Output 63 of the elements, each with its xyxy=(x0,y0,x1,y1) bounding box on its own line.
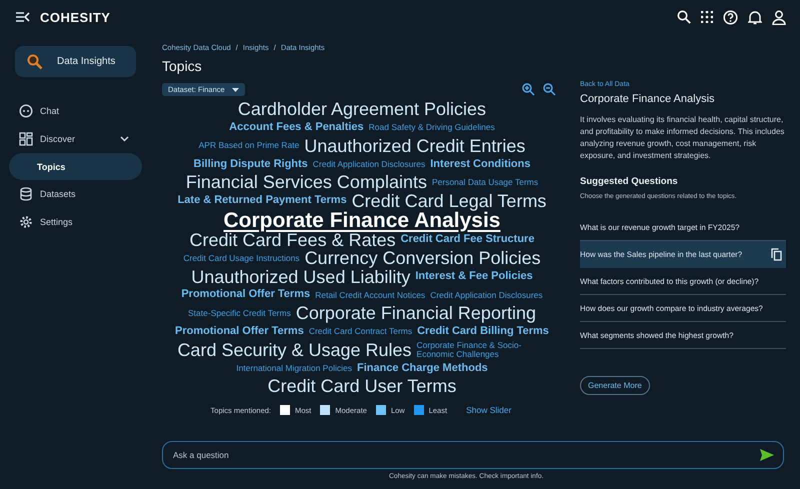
data-insights-card[interactable]: Data Insights xyxy=(15,46,136,77)
topic-word[interactable]: Interest Conditions xyxy=(430,158,530,170)
chat-icon xyxy=(19,104,33,118)
generate-more-button[interactable]: Generate More xyxy=(580,376,650,395)
chevron-icon[interactable] xyxy=(120,136,129,142)
zoom-in-icon[interactable] xyxy=(522,83,535,96)
nav-item[interactable]: Discover xyxy=(9,125,142,153)
apps-grid-icon[interactable] xyxy=(701,11,713,23)
send-icon[interactable] xyxy=(760,449,774,461)
topic-word[interactable]: International Migration Policies xyxy=(236,364,352,372)
user-icon[interactable] xyxy=(772,10,786,24)
topic-word[interactable]: Credit Card Billing Terms xyxy=(417,326,549,337)
topic-word[interactable]: Road Safety & Driving Guidelines xyxy=(368,123,495,132)
topic-word[interactable]: Personal Data Usage Terms xyxy=(432,178,538,187)
topic-word[interactable]: Interest & Fee Policies xyxy=(415,271,533,282)
topic-word[interactable]: Cardholder Agreement Policies xyxy=(238,100,486,118)
section-title: Suggested Questions xyxy=(580,176,679,187)
zoom-out-icon[interactable] xyxy=(543,83,556,96)
search-icon[interactable] xyxy=(677,10,691,24)
topic-word[interactable]: Late & Returned Payment Terms xyxy=(178,195,347,206)
nav-item[interactable]: Chat xyxy=(9,97,142,125)
magnifier-icon xyxy=(27,54,43,70)
topic-word[interactable]: Corporate Financial Reporting xyxy=(296,304,536,322)
nav-subitem[interactable]: Topics xyxy=(9,153,142,180)
topic-word[interactable]: Credit Application Disclosures xyxy=(312,160,426,168)
topic-word[interactable]: Corporate Finance Analysis xyxy=(224,210,500,231)
topic-word[interactable]: Financial Services Complaints xyxy=(186,173,427,192)
topic-word[interactable]: Card Security & Usage Rules xyxy=(177,340,412,359)
copy-icon[interactable] xyxy=(771,248,782,260)
bell-icon[interactable] xyxy=(748,10,762,24)
nav-item[interactable]: Datasets xyxy=(9,180,142,208)
topic-word[interactable]: Promotional Offer Terms xyxy=(181,289,310,300)
menu-collapse-icon[interactable] xyxy=(16,12,30,22)
settings-icon xyxy=(19,215,33,229)
topic-word[interactable]: Credit Card Fee Structure xyxy=(400,234,534,246)
topic-word[interactable]: Credit Application Disclosures xyxy=(430,290,543,300)
topic-description: It involves evaluating its financial health, capital structure, and profitability to make informed decisions. This includes analyzing revenue growth, cost management, risk exposure, and investment strategies. xyxy=(580,114,786,162)
question-input[interactable]: Ask a question xyxy=(162,441,784,469)
help-icon[interactable] xyxy=(723,10,738,24)
caret-icon xyxy=(232,88,239,92)
topic-word[interactable]: Finance Charge Methods xyxy=(356,362,488,374)
nav-item[interactable]: Settings xyxy=(9,208,142,236)
topic-word[interactable]: Credit Card Fees & Rates xyxy=(190,230,396,249)
topic-word[interactable]: Corporate Finance & Socio-Economic Challenges xyxy=(416,341,547,358)
topic-word[interactable]: State-Specific Credit Terms xyxy=(188,308,291,318)
topic-word[interactable]: APR Based on Prime Rate xyxy=(198,141,300,150)
topic-word[interactable]: Account Fees & Penalties xyxy=(229,122,364,133)
topic-word[interactable]: Unauthorized Credit Entries xyxy=(304,136,526,155)
topic-word[interactable]: Credit Card Legal Terms xyxy=(352,192,546,210)
topic-title: Corporate Finance Analysis xyxy=(580,93,716,105)
topic-word[interactable]: Credit Card Contract Terms xyxy=(308,327,412,336)
topic-word[interactable]: Credit Card Usage Instructions xyxy=(183,254,300,262)
topic-word[interactable]: Unauthorized Used Liability xyxy=(191,268,410,286)
topic-word[interactable]: Currency Conversion Policies xyxy=(304,249,541,268)
grid-icon xyxy=(19,132,33,146)
logo: COHESITY xyxy=(40,10,110,24)
show-slider-link[interactable]: Show Slider xyxy=(466,405,512,416)
page-title: Topics xyxy=(162,58,203,74)
topic-word[interactable]: Billing Dispute Rights xyxy=(194,158,308,170)
topic-word[interactable]: Retail Credit Account Notices xyxy=(315,290,426,300)
database-icon xyxy=(19,187,33,201)
topic-word[interactable]: Credit Card User Terms xyxy=(268,377,456,396)
topic-word[interactable]: Promotional Offer Terms xyxy=(175,326,304,337)
